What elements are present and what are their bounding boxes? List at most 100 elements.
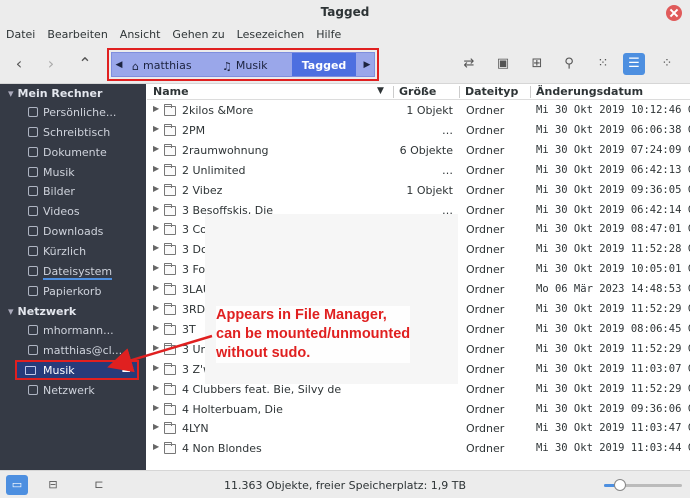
- eject-icon[interactable]: ⏏: [122, 364, 131, 375]
- file-date: Mo 06 Mär 2023 14:48:53 CE: [536, 283, 690, 296]
- folder-icon: [164, 342, 176, 355]
- file-type: Ordner: [466, 163, 505, 177]
- column-date[interactable]: Änderungsdatum: [536, 85, 643, 98]
- compact-view-button[interactable]: ⁘: [656, 53, 678, 75]
- expand-triangle-icon[interactable]: ▶: [153, 104, 159, 113]
- folder-icon: [164, 104, 176, 116]
- file-size: …: [442, 123, 453, 137]
- expand-triangle-icon[interactable]: ▶: [153, 323, 159, 332]
- sidebar-item-netzwerk[interactable]: Netzwerk: [28, 384, 95, 397]
- expand-triangle-icon[interactable]: ▶: [153, 283, 159, 292]
- expand-triangle-icon[interactable]: ▶: [153, 204, 159, 213]
- sidebar-section-netzwerk[interactable]: Netzwerk: [8, 305, 77, 318]
- file-name: 2raumwohnung: [182, 143, 269, 157]
- forward-button[interactable]: ›: [40, 53, 62, 75]
- expand-triangle-icon[interactable]: ▶: [153, 383, 159, 392]
- sidebar-item-dateisystem[interactable]: Dateisystem: [28, 265, 113, 280]
- sidebar-item-downloads[interactable]: Downloads: [28, 225, 103, 238]
- file-type: Ordner: [466, 263, 505, 277]
- file-row[interactable]: ▶ 4 Non Blondes Ordner Mi 30 Okt 2019 11:03…: [147, 439, 690, 459]
- file-date: Mi 30 Okt 2019 11:52:28 CE: [536, 243, 690, 256]
- file-row[interactable]: ▶ 2PM … Ordner Mi 30 Okt 2019 06:06:38 CE: [147, 121, 690, 141]
- expand-triangle-icon[interactable]: ▶: [153, 243, 159, 252]
- path-scroll-left-icon[interactable]: ◀: [112, 53, 126, 76]
- file-type: Ordner: [466, 342, 505, 356]
- sort-desc-icon[interactable]: ▼: [377, 86, 384, 96]
- file-row[interactable]: ▶ 2raumwohnung 6 Objekte Ordner Mi 30 Okt 20…: [147, 141, 690, 161]
- sidebar-item-kuerzlich[interactable]: Kürzlich: [28, 245, 86, 258]
- terminal-icon: ▣: [496, 56, 510, 71]
- back-button[interactable]: ‹: [8, 53, 30, 75]
- file-name: 4LYN: [182, 422, 209, 436]
- expand-triangle-icon[interactable]: ▶: [153, 343, 159, 352]
- menu-gehen-zu[interactable]: Gehen zu: [172, 26, 232, 44]
- search-icon: ⚲: [564, 56, 574, 71]
- expand-triangle-icon[interactable]: ▶: [153, 363, 159, 372]
- sidebar-item-bilder[interactable]: Bilder: [28, 185, 75, 198]
- music-icon: [28, 167, 38, 177]
- zoom-slider-knob[interactable]: [613, 479, 626, 491]
- menu-bar: Datei Bearbeiten Ansicht Gehen zu Leseze…: [0, 26, 690, 44]
- expand-triangle-icon[interactable]: ▶: [153, 403, 159, 412]
- path-scroll-right-icon[interactable]: ▶: [360, 53, 374, 76]
- sidebar-item-videos[interactable]: Videos: [28, 205, 80, 218]
- column-size[interactable]: Größe: [399, 85, 436, 98]
- menu-bearbeiten[interactable]: Bearbeiten: [47, 26, 115, 44]
- file-row[interactable]: ▶ 2 Unlimited … Ordner Mi 30 Okt 2019 06:42:…: [147, 161, 690, 181]
- breadcrumb-home[interactable]: ⌂ matthias: [132, 53, 192, 76]
- menu-datei[interactable]: Datei: [6, 26, 43, 44]
- toggle-location-button[interactable]: ⇄: [458, 53, 480, 75]
- zoom-slider[interactable]: [604, 479, 682, 491]
- menu-lesezeichen[interactable]: Lesezeichen: [237, 26, 313, 44]
- close-icon[interactable]: [666, 5, 682, 21]
- expand-triangle-icon[interactable]: ▶: [153, 422, 159, 431]
- file-row[interactable]: ▶ 4LYN Ordner Mi 30 Okt 2019 11:03:47 CE: [147, 419, 690, 439]
- expand-triangle-icon[interactable]: ▶: [153, 144, 159, 153]
- trash-icon: [28, 286, 38, 296]
- list-view-button[interactable]: ☰: [623, 53, 645, 75]
- sidebar-item-schreibtisch[interactable]: Schreibtisch: [28, 126, 110, 139]
- menu-ansicht[interactable]: Ansicht: [120, 26, 169, 44]
- file-date: Mi 30 Okt 2019 11:03:47 CE: [536, 422, 690, 435]
- terminal-button[interactable]: ▣: [492, 53, 514, 75]
- sidebar-item-musik[interactable]: Musik: [28, 166, 75, 179]
- file-type: Ordner: [466, 104, 505, 117]
- sidebar-item-papierkorb[interactable]: Papierkorb: [28, 285, 101, 298]
- sidebar-item-dokumente[interactable]: Dokumente: [28, 146, 107, 159]
- expand-triangle-icon[interactable]: ▶: [153, 263, 159, 272]
- menu-hilfe[interactable]: Hilfe: [316, 26, 349, 44]
- up-button[interactable]: ⌃: [74, 53, 96, 75]
- file-row[interactable]: ▶ 2 Vibez 1 Objekt Ordner Mi 30 Okt 2019 09:…: [147, 181, 690, 201]
- file-name: 2 Vibez: [182, 183, 223, 197]
- path-bar: ◀ ⌂ matthias ♫ Musik Tagged ▶: [107, 48, 379, 81]
- file-name: 4 Holterbuam, Die: [182, 402, 283, 416]
- folder-icon: [164, 263, 176, 276]
- sidebar-item-persoenlich[interactable]: Persönliche...: [28, 106, 116, 119]
- new-folder-button[interactable]: ⊞: [526, 53, 548, 75]
- network-icon: [28, 385, 38, 395]
- breadcrumb-tagged[interactable]: Tagged: [292, 53, 356, 76]
- sidebar-item-mhormann[interactable]: mhormann...: [28, 324, 114, 337]
- expand-triangle-icon[interactable]: ▶: [153, 124, 159, 133]
- expand-triangle-icon[interactable]: ▶: [153, 303, 159, 312]
- sidebar-item-matthias-cloud[interactable]: matthias@cl...: [28, 344, 122, 357]
- folder-icon: [164, 203, 176, 216]
- expand-triangle-icon[interactable]: ▶: [153, 164, 159, 173]
- search-button[interactable]: ⚲: [558, 53, 580, 75]
- column-name[interactable]: Name: [153, 85, 189, 98]
- breadcrumb-musik[interactable]: ♫ Musik: [222, 53, 268, 76]
- folder-icon: [164, 123, 176, 136]
- folder-icon: [164, 223, 176, 236]
- expand-triangle-icon[interactable]: ▶: [153, 184, 159, 193]
- expand-triangle-icon[interactable]: ▶: [153, 442, 159, 451]
- file-row[interactable]: ▶ 2kilos &More 1 Objekt Ordner Mi 30 Okt 201…: [147, 101, 690, 121]
- sidebar-section-mein-rechner[interactable]: Mein Rechner: [8, 87, 103, 100]
- icon-view-button[interactable]: ⁙: [592, 53, 614, 75]
- sidebar-item-musik-network[interactable]: Musik ⏏: [15, 360, 139, 380]
- folder-icon: [164, 442, 176, 455]
- file-name: 2PM: [182, 123, 206, 137]
- column-type[interactable]: Dateityp: [465, 85, 518, 98]
- toolbar: ‹ › ⌃ ◀ ⌂ matthias ♫ Musik Tagged ▶ ⇄ ▣ ⊞ …: [0, 44, 690, 84]
- expand-triangle-icon[interactable]: ▶: [153, 223, 159, 232]
- file-row[interactable]: ▶ 4 Holterbuam, Die Ordner Mi 30 Okt 2019 0…: [147, 400, 690, 420]
